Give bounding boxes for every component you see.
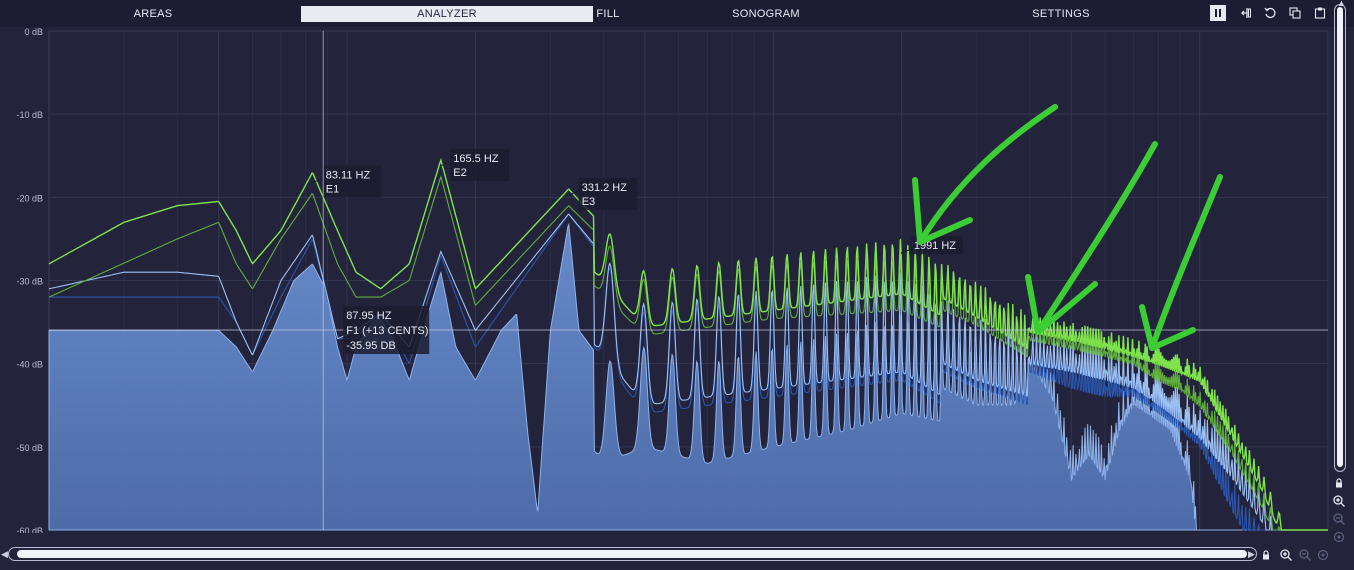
zoom-in-horizontal-button[interactable] bbox=[1279, 548, 1293, 562]
y-tick-label: -30 dB bbox=[16, 277, 43, 287]
peak-label-note: E3 bbox=[582, 196, 595, 208]
y-tick-label: -40 dB bbox=[16, 360, 43, 370]
y-tick-label: -50 dB bbox=[16, 443, 43, 453]
horizontal-scrollbar[interactable] bbox=[8, 547, 1257, 561]
cursor-note: F1 (+13 CENTS) bbox=[346, 325, 428, 337]
tab-areas[interactable]: AREAS bbox=[128, 6, 178, 22]
y-tick-label: 0 dB bbox=[24, 27, 43, 37]
peak-label-frequency: 331.2 HZ bbox=[582, 182, 628, 194]
cursor-frequency: 87.95 HZ bbox=[346, 310, 392, 322]
zoom-out-icon bbox=[1333, 513, 1345, 525]
tab-settings[interactable]: SETTINGS bbox=[1028, 6, 1094, 22]
vertical-scroll-thumb[interactable] bbox=[1337, 7, 1343, 467]
zoom-fit-vertical-button[interactable] bbox=[1332, 530, 1346, 544]
tab-bar: AREAS ANALYZER FILL SONOGRAM SETTINGS bbox=[0, 0, 1354, 27]
scroll-left-arrow[interactable]: ◀ bbox=[1, 549, 8, 560]
zoom-fit-horizontal-button[interactable] bbox=[1316, 548, 1330, 562]
peak-label-frequency: 83.11 HZ bbox=[326, 170, 371, 182]
zoom-in-icon bbox=[1333, 495, 1345, 507]
y-tick-label: -10 dB bbox=[16, 110, 43, 120]
pause-button[interactable] bbox=[1210, 5, 1226, 21]
tab-sonogram[interactable]: SONOGRAM bbox=[728, 6, 804, 22]
lock-icon bbox=[1336, 478, 1342, 488]
zoom-in-icon bbox=[1280, 549, 1292, 561]
zoom-fit-icon bbox=[1333, 531, 1345, 543]
peak-label-note: E1 bbox=[326, 184, 339, 196]
spectrum-analyzer-plot[interactable]: 0 dB -10 dB -20 dB -30 dB -40 dB -50 dB -60 dB… bbox=[0, 27, 1330, 533]
paste-icon bbox=[1314, 7, 1326, 19]
zoom-out-icon bbox=[1299, 549, 1311, 561]
copy-icon bbox=[1289, 7, 1301, 19]
lock-icon bbox=[1263, 550, 1269, 560]
zoom-in-vertical-button[interactable] bbox=[1332, 494, 1346, 508]
y-tick-label: -60 dB bbox=[16, 526, 43, 533]
copy-button[interactable] bbox=[1287, 5, 1303, 21]
zoom-fit-icon bbox=[1317, 549, 1329, 561]
y-tick-label: -20 dB bbox=[16, 193, 43, 203]
vertical-scrollbar[interactable] bbox=[1334, 4, 1346, 472]
scroll-up-arrow[interactable]: ▲ bbox=[1337, 0, 1346, 8]
export-icon bbox=[1241, 8, 1251, 18]
reset-button[interactable] bbox=[1262, 5, 1278, 21]
export-button[interactable] bbox=[1238, 5, 1254, 21]
tab-fill[interactable]: FILL bbox=[594, 6, 622, 22]
peak-label-frequency: 165.5 HZ bbox=[453, 153, 499, 165]
lock-horizontal-button[interactable] bbox=[1259, 548, 1273, 562]
lock-vertical-button[interactable] bbox=[1332, 476, 1346, 490]
pause-icon bbox=[1215, 9, 1221, 17]
peak-label-note: E2 bbox=[453, 167, 466, 179]
cursor-level: -35.95 DB bbox=[346, 340, 396, 352]
horizontal-scroll-thumb[interactable] bbox=[17, 550, 1247, 558]
zoom-out-vertical-button[interactable] bbox=[1332, 512, 1346, 526]
zoom-out-horizontal-button[interactable] bbox=[1298, 548, 1312, 562]
paste-button[interactable] bbox=[1312, 5, 1328, 21]
scroll-right-arrow[interactable]: ▶ bbox=[1248, 549, 1255, 560]
reset-icon bbox=[1264, 7, 1276, 19]
tab-analyzer[interactable]: ANALYZER bbox=[301, 6, 593, 22]
